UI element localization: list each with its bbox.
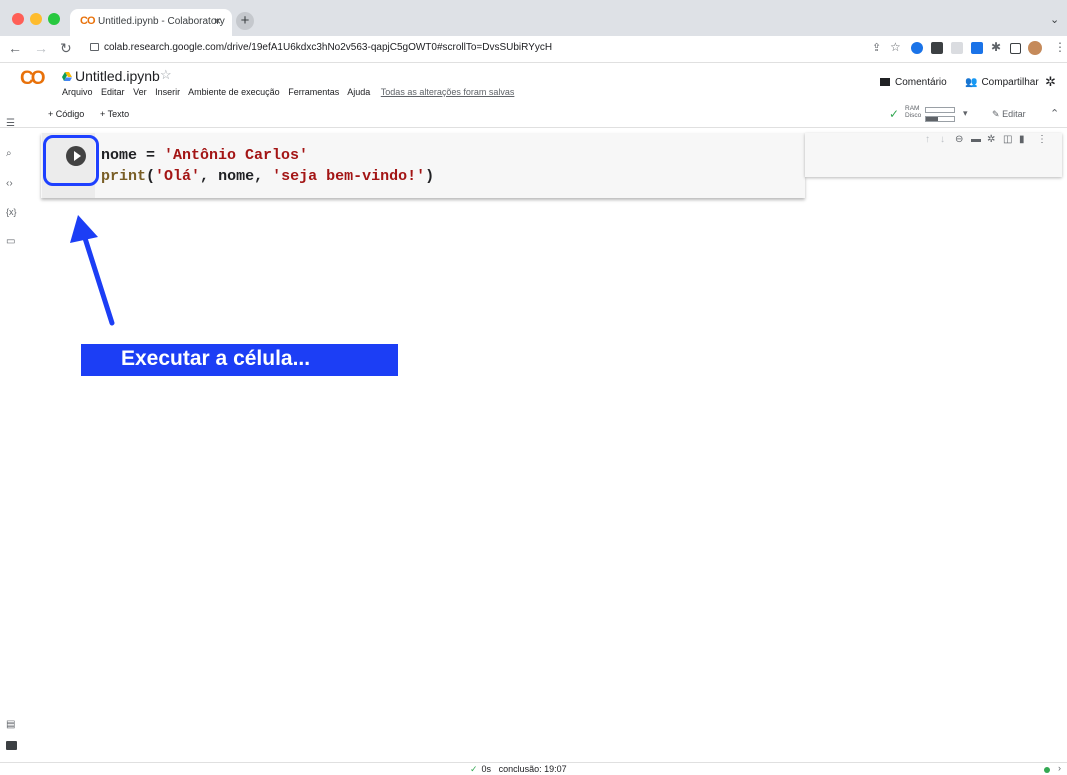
- code-line-1[interactable]: nome = 'Antônio Carlos': [101, 147, 308, 164]
- people-icon: 👥: [965, 77, 978, 88]
- browser-tab-bar: CO Untitled.ipynb - Colaboratory × + ⌄: [0, 0, 1067, 36]
- extension-icon[interactable]: [971, 42, 983, 54]
- extension-icon[interactable]: [931, 42, 943, 54]
- avatar[interactable]: [1028, 41, 1042, 55]
- add-code-button[interactable]: + Código: [48, 109, 84, 119]
- variables-icon[interactable]: {x}: [6, 207, 17, 217]
- new-tab-button[interactable]: +: [236, 12, 254, 30]
- edit-label: Editar: [1002, 109, 1026, 119]
- extension-icon[interactable]: [951, 42, 963, 54]
- disk-bar: [925, 116, 955, 122]
- add-text-button[interactable]: + Texto: [100, 109, 129, 119]
- resources-indicator[interactable]: RAM Disco: [905, 105, 921, 119]
- link-icon[interactable]: ⊖: [955, 134, 963, 145]
- share-page-icon[interactable]: ⇪: [872, 41, 881, 54]
- menu-ferramentas[interactable]: Ferramentas: [288, 87, 339, 97]
- code-snippets-icon[interactable]: ‹›: [6, 178, 13, 189]
- browser-tab[interactable]: CO Untitled.ipynb - Colaboratory ×: [70, 9, 232, 36]
- terminal-icon[interactable]: [6, 741, 17, 750]
- comment-button[interactable]: Comentário: [880, 77, 947, 88]
- search-icon[interactable]: ⌕: [6, 148, 12, 159]
- disk-label: Disco: [905, 112, 922, 119]
- annotation-text: Executar a célula...: [121, 347, 311, 370]
- move-up-icon[interactable]: ↑: [925, 134, 930, 145]
- menu-arquivo[interactable]: Arquivo: [62, 87, 93, 97]
- cell-settings-icon[interactable]: ✲: [987, 134, 995, 145]
- connected-check-icon: ✓: [889, 107, 900, 121]
- forward-icon[interactable]: →: [34, 40, 48, 56]
- sidepanel-icon[interactable]: [1010, 43, 1021, 54]
- menu-ver[interactable]: Ver: [133, 87, 147, 97]
- comment-icon: [880, 78, 890, 86]
- bookmark-star-icon[interactable]: ☆: [890, 40, 901, 54]
- browser-menu-icon[interactable]: ⋮: [1054, 40, 1066, 54]
- drive-icon: [62, 72, 72, 81]
- close-window-button[interactable]: [12, 13, 24, 25]
- chevron-right-icon[interactable]: ›: [1058, 763, 1061, 773]
- comment-cell-icon[interactable]: ▬: [971, 134, 981, 145]
- address-bar-row: ← → ↻ colab.research.google.com/drive/19…: [0, 36, 1067, 63]
- cell-toolbar: ↑ ↓ ⊖ ▬ ✲ ◫ ▮ ⋮: [805, 133, 1062, 177]
- menu-ambiente[interactable]: Ambiente de execução: [188, 87, 280, 97]
- collapse-header-icon[interactable]: ⌃: [1050, 107, 1059, 120]
- share-button[interactable]: 👥 Compartilhar: [965, 77, 1039, 88]
- puzzle-icon[interactable]: ✱: [991, 40, 1001, 54]
- lock-icon: [90, 43, 99, 51]
- minimize-window-button[interactable]: [30, 13, 42, 25]
- ram-bar: [925, 107, 955, 113]
- check-icon: ✓: [470, 764, 478, 774]
- share-label: Compartilhar: [981, 77, 1039, 88]
- run-button-highlight: [43, 135, 99, 186]
- tab-title: Untitled.ipynb - Colaboratory: [98, 16, 225, 27]
- arrow-icon: [70, 215, 115, 326]
- url-text: colab.research.google.com/drive/19efA1U6…: [104, 42, 553, 53]
- mirror-cell-icon[interactable]: ◫: [1003, 134, 1012, 145]
- pencil-icon: ✎: [992, 109, 1000, 119]
- command-palette-icon[interactable]: ▤: [6, 719, 15, 730]
- ram-label: RAM: [905, 105, 920, 112]
- menu-inserir[interactable]: Inserir: [155, 87, 180, 97]
- status-bar: ✓ 0s conclusão: 19:07 ›: [0, 762, 1067, 775]
- more-actions-icon[interactable]: ⋮: [1037, 134, 1047, 145]
- toc-icon[interactable]: ☰: [6, 118, 15, 129]
- back-icon[interactable]: ←: [8, 40, 22, 56]
- notebook-toolbar: + Código + Texto ✓ RAM Disco ▾ ✎ Editar …: [0, 103, 1067, 128]
- menu-bar: Arquivo Editar Ver Inserir Ambiente de e…: [62, 87, 520, 97]
- folder-icon[interactable]: ▭: [6, 236, 15, 247]
- runtime-dropdown-icon[interactable]: ▾: [963, 108, 968, 119]
- runtime-status-dot: [1044, 767, 1050, 773]
- code-cell[interactable]: nome = 'Antônio Carlos' print('Olá', nom…: [41, 133, 805, 198]
- menu-editar[interactable]: Editar: [101, 87, 125, 97]
- notebook-title[interactable]: Untitled.ipynb: [75, 68, 160, 84]
- edit-button[interactable]: ✎ Editar: [992, 109, 1026, 120]
- delete-icon[interactable]: ▮: [1019, 134, 1025, 145]
- completion-time: conclusão: 19:07: [498, 764, 567, 774]
- reload-icon[interactable]: ↻: [60, 40, 72, 57]
- tab-search-icon[interactable]: ⌄: [1050, 13, 1059, 26]
- annotation-label: Executar a célula...: [81, 344, 398, 376]
- star-icon[interactable]: ☆: [160, 67, 172, 83]
- colab-logo[interactable]: CO: [20, 68, 45, 90]
- colab-favicon-icon: CO: [80, 15, 95, 27]
- execution-duration: 0s: [481, 764, 492, 774]
- tab-close-icon[interactable]: ×: [214, 14, 221, 28]
- comment-label: Comentário: [895, 77, 947, 88]
- menu-ajuda[interactable]: Ajuda: [347, 87, 370, 97]
- code-line-2[interactable]: print('Olá', nome, 'seja bem-vindo!'): [101, 168, 434, 185]
- gear-icon[interactable]: ✲: [1045, 74, 1056, 90]
- maximize-window-button[interactable]: [48, 13, 60, 25]
- save-status[interactable]: Todas as alterações foram salvas: [381, 87, 515, 97]
- extension-icon[interactable]: [911, 42, 923, 54]
- move-down-icon[interactable]: ↓: [940, 134, 945, 145]
- execution-status[interactable]: ✓ 0s conclusão: 19:07: [470, 764, 567, 775]
- url-field[interactable]: colab.research.google.com/drive/19efA1U6…: [86, 39, 846, 59]
